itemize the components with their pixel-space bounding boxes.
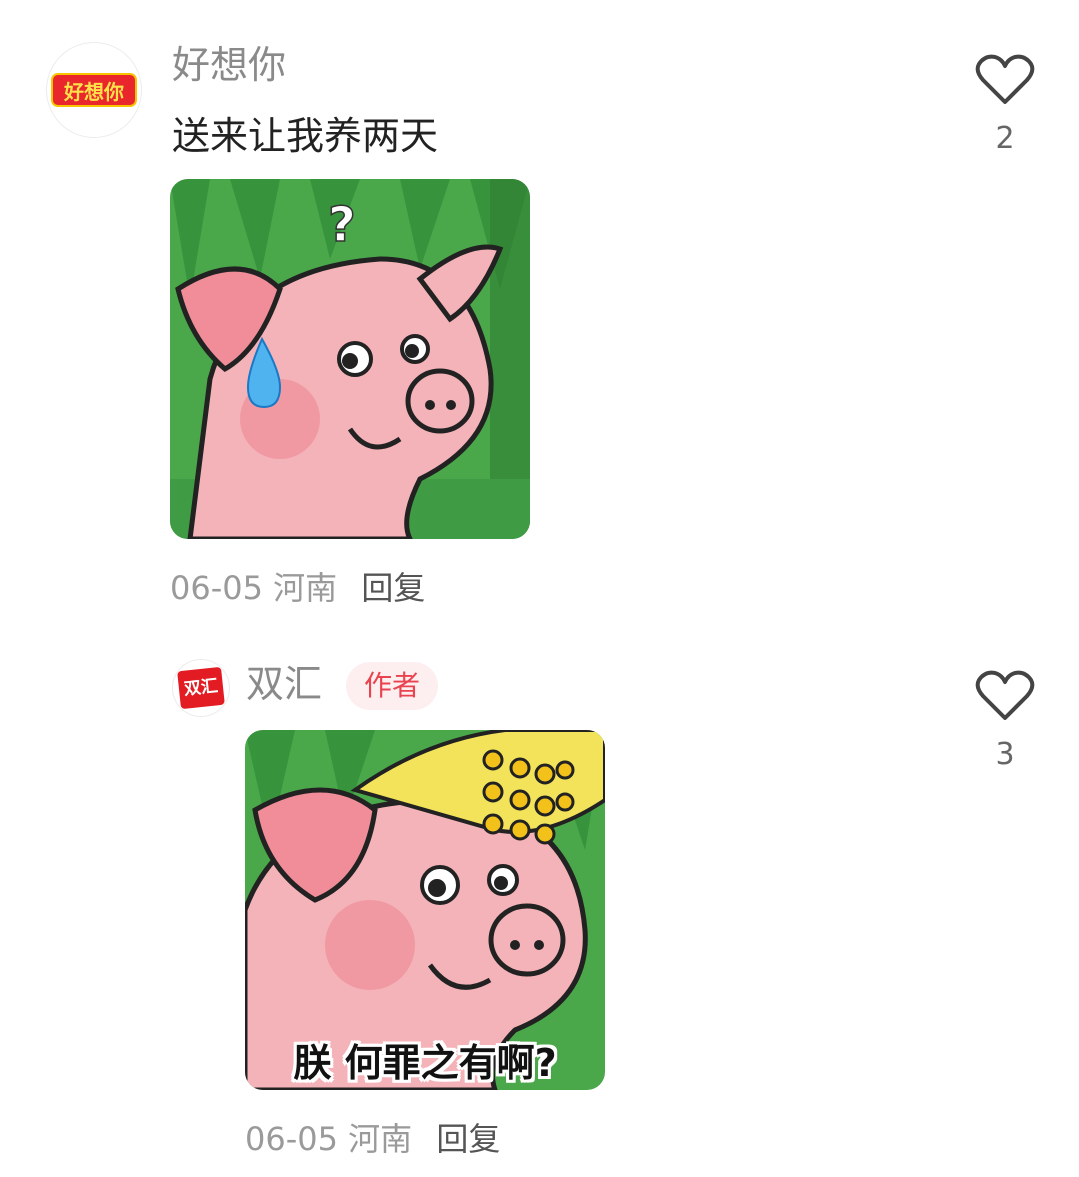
author-badge: 作者 bbox=[346, 662, 439, 710]
like-count: 3 bbox=[995, 737, 1015, 772]
comment-location: 河南 bbox=[273, 569, 338, 607]
sticker-image[interactable]: 朕 何罪之有啊? bbox=[245, 730, 605, 1090]
like-count: 2 bbox=[995, 121, 1015, 156]
reply-button[interactable]: 回复 bbox=[436, 1120, 500, 1158]
comment-date: 06-05 bbox=[170, 569, 263, 607]
heart-outline-icon bbox=[975, 54, 1035, 104]
brand-logo: 双汇 bbox=[177, 666, 225, 710]
sticker-caption: 朕 何罪之有啊? bbox=[293, 1041, 557, 1085]
comment-location: 河南 bbox=[348, 1120, 413, 1158]
like-button[interactable] bbox=[975, 670, 1035, 722]
comment-meta: 06-05 河南 回复 bbox=[245, 1123, 500, 1155]
svg-text:?: ? bbox=[328, 197, 356, 253]
avatar[interactable]: 好想你 bbox=[46, 42, 142, 138]
sticker-image[interactable]: ? bbox=[170, 179, 530, 539]
brand-logo: 好想你 bbox=[51, 73, 137, 107]
like-button[interactable] bbox=[975, 54, 1035, 106]
username[interactable]: 好想你 bbox=[172, 46, 286, 84]
comment-date: 06-05 bbox=[245, 1120, 338, 1158]
avatar[interactable]: 双汇 bbox=[172, 659, 230, 717]
comment-text: 送来让我养两天 bbox=[172, 114, 439, 158]
comment-meta: 06-05 河南 回复 bbox=[170, 572, 425, 604]
heart-outline-icon bbox=[975, 670, 1035, 720]
reply-button[interactable]: 回复 bbox=[361, 569, 425, 607]
username[interactable]: 双汇 bbox=[246, 665, 322, 703]
